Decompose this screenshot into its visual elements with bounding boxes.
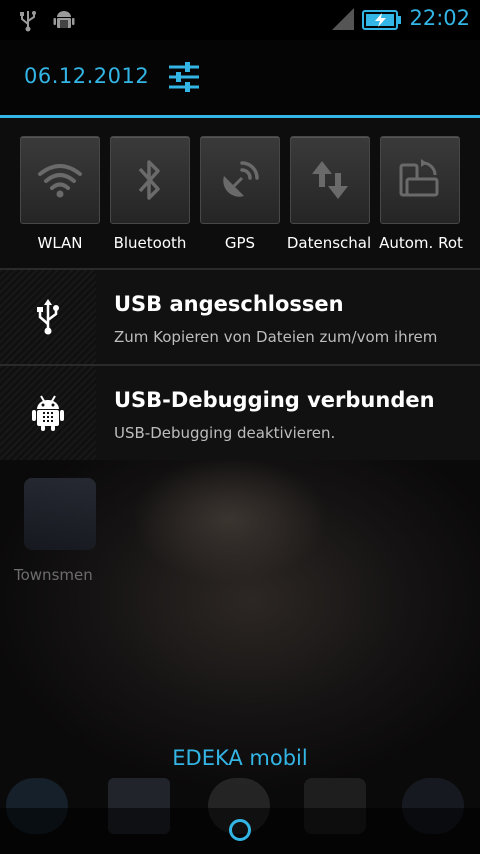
- signal-icon: [330, 6, 356, 36]
- notification-usb-debugging[interactable]: USB-Debugging verbunden USB-Debugging de…: [0, 366, 480, 460]
- tile-label-gps: GPS: [224, 234, 256, 252]
- data-transfer-icon: [312, 161, 348, 199]
- battery-charging-icon: [362, 9, 402, 35]
- date-label[interactable]: 06.12.2012: [24, 64, 149, 88]
- bluetooth-icon: [138, 160, 160, 200]
- notification-usb[interactable]: USB angeschlossen Zum Kopieren von Datei…: [0, 270, 480, 364]
- tile-wlan[interactable]: [20, 136, 100, 224]
- android-debug-icon: [32, 395, 64, 431]
- tile-bluetooth[interactable]: [110, 136, 190, 224]
- notification-text: Zum Kopieren von Dateien zum/vom ihrem: [114, 328, 438, 346]
- tile-gps[interactable]: [200, 136, 280, 224]
- tile-label-auto-rotate: Autom. Rot: [379, 234, 463, 252]
- gps-icon: [223, 161, 259, 197]
- notification-text: USB-Debugging deaktivieren.: [114, 424, 336, 442]
- notification-icon-area: [0, 270, 96, 364]
- tile-label-bluetooth: Bluetooth: [113, 234, 187, 252]
- wifi-icon: [38, 164, 82, 198]
- notification-title: USB-Debugging verbunden: [114, 388, 435, 412]
- notification-icon-area: [0, 366, 96, 460]
- townsmen-app-icon[interactable]: [24, 478, 96, 550]
- status-bar: 22:02: [0, 0, 480, 40]
- tile-label-wlan: WLAN: [37, 234, 83, 252]
- usb-icon: [18, 8, 38, 36]
- shade-handle-icon[interactable]: [229, 819, 251, 841]
- tile-data[interactable]: [290, 136, 370, 224]
- auto-rotate-icon: [399, 159, 439, 197]
- carrier-label: EDEKA mobil: [172, 746, 308, 770]
- tile-label-data: Datenschal: [286, 234, 372, 252]
- quick-settings-panel: WLAN Bluetooth GPS Datenschal Autom. Rot: [0, 118, 480, 268]
- tile-auto-rotate[interactable]: [380, 136, 460, 224]
- notification-title: USB angeschlossen: [114, 292, 344, 316]
- usb-icon: [37, 299, 59, 335]
- notification-header: 06.12.2012: [0, 40, 480, 116]
- settings-sliders-icon[interactable]: [167, 60, 201, 94]
- clock: 22:02: [409, 6, 470, 30]
- android-debug-icon: [52, 8, 76, 36]
- app-label: Townsmen: [14, 566, 93, 584]
